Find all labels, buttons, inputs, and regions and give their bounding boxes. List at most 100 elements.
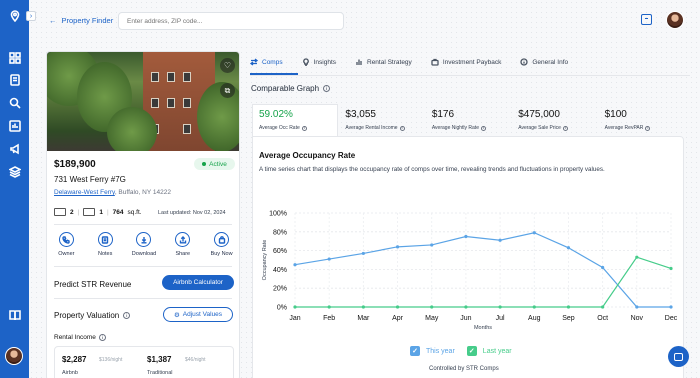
tab-general-info[interactable]: General Info	[520, 56, 568, 68]
status-badge: Active	[194, 158, 235, 170]
adjust-values-button[interactable]: ⚙ Adjust Values	[163, 307, 233, 322]
sidebar-toggle-button[interactable]: ›	[26, 11, 36, 21]
data-point	[293, 263, 297, 267]
data-point	[635, 305, 639, 309]
tab-rental-strategy[interactable]: Rental Strategy	[355, 56, 412, 68]
sidebar	[0, 0, 29, 378]
address-search-input[interactable]	[118, 12, 344, 30]
info-icon: i	[480, 125, 486, 131]
sqft-unit: sq.ft.	[127, 208, 142, 216]
gallery-icon[interactable]: ⧉	[220, 83, 235, 98]
bag-icon	[214, 232, 230, 247]
metric-revpar[interactable]: $100 Average RevPAR i	[598, 104, 684, 136]
metric-sale-price[interactable]: $475,000 Average Sale Price i	[511, 104, 597, 136]
data-point	[430, 243, 434, 247]
x-tick-label: Feb	[323, 315, 335, 322]
airbnb-nightly: $136/night	[99, 357, 123, 363]
bath-icon	[83, 208, 96, 216]
y-tick-label: 40%	[273, 267, 287, 274]
property-photo[interactable]: ♡ ⧉	[47, 52, 239, 151]
chart-card: Average Occupancy Rate A time series cha…	[252, 136, 684, 378]
x-tick-label: Dec	[665, 315, 678, 322]
x-tick-label: May	[425, 315, 439, 322]
data-point	[395, 305, 400, 309]
metric-rental-income[interactable]: $3,055 Average Rental Income i	[338, 104, 424, 136]
checkbox-checked-icon: ✓	[410, 346, 420, 356]
property-price: $189,900	[54, 159, 96, 170]
layers-icon[interactable]	[8, 165, 21, 178]
data-point	[293, 305, 297, 309]
tab-comps[interactable]: Comps	[250, 56, 283, 68]
valuation-title: Property Valuation i	[54, 311, 131, 320]
data-point	[327, 257, 331, 261]
checkbox-checked-icon: ✓	[466, 346, 477, 356]
data-point	[361, 251, 365, 256]
y-axis-label: Occupancy Rate	[262, 240, 268, 281]
property-card: ♡ ⧉ $189,900 Active 731 West Ferry #7G D…	[46, 51, 240, 378]
airbnb-calculator-button[interactable]: Airbnb Calculator	[162, 275, 234, 290]
x-tick-label: Jan	[289, 315, 300, 322]
notes-icon	[97, 232, 113, 247]
analytics-icon[interactable]	[8, 119, 21, 132]
x-tick-label: Mar	[357, 315, 370, 322]
y-tick-label: 0%	[277, 305, 287, 312]
briefcase-icon	[431, 58, 439, 66]
user-avatar[interactable]	[5, 347, 23, 365]
buy-now-button[interactable]: Buy Now	[205, 232, 239, 257]
favorite-heart-icon[interactable]: ♡	[220, 58, 235, 73]
info-icon: i	[98, 334, 106, 341]
chat-support-button[interactable]	[668, 346, 689, 367]
dashboard-icon[interactable]	[8, 51, 21, 64]
data-point	[566, 305, 571, 309]
profile-avatar[interactable]	[666, 11, 684, 29]
predict-title: Predict STR Revenue	[54, 280, 132, 289]
legend-last-year[interactable]: ✓ Last year	[466, 346, 512, 356]
data-point	[532, 305, 536, 309]
metric-occ-rate[interactable]: 59.02% Average Occ Rate i	[252, 104, 339, 136]
x-tick-label: Oct	[597, 315, 608, 322]
bed-icon	[54, 208, 66, 216]
megaphone-icon[interactable]	[8, 142, 21, 155]
owner-button[interactable]: Owner	[49, 232, 83, 257]
tab-investment-payback[interactable]: Investment Payback	[431, 56, 501, 68]
share-button[interactable]: Share	[166, 232, 200, 257]
comps-icon	[250, 58, 258, 66]
y-tick-label: 80%	[273, 229, 287, 236]
active-tab-indicator	[250, 73, 298, 75]
x-tick-label: Sep	[562, 315, 575, 322]
legend-this-year[interactable]: ✓ This year	[410, 346, 455, 356]
message-icon[interactable]	[641, 14, 652, 25]
occupancy-line-chart: 0% 20% 40% 60% 80% 100% Jan Feb Mar Apr May Jun Jul A…	[262, 211, 678, 332]
data-point	[464, 234, 468, 239]
traditional-label: Traditional	[147, 370, 173, 376]
data-point	[635, 255, 639, 259]
airbnb-label: Airbnb	[62, 370, 78, 376]
x-tick-label: Jul	[496, 315, 505, 322]
book-icon[interactable]	[8, 308, 21, 321]
info-icon	[520, 58, 528, 66]
data-point	[498, 238, 502, 242]
rental-income-box: $2,287 $136/night Airbnb $1,387 $46/nigh…	[54, 346, 234, 378]
logo-icon[interactable]	[8, 9, 21, 22]
info-icon: i	[123, 312, 131, 319]
reports-icon[interactable]	[8, 73, 21, 86]
metric-nightly-rate[interactable]: $176 Average Nightly Rate i	[425, 104, 511, 136]
baths-count: 1	[99, 208, 103, 216]
tab-insights[interactable]: Insights	[302, 56, 336, 68]
x-tick-label: Nov	[631, 315, 644, 322]
y-tick-label: 60%	[273, 248, 287, 255]
chat-icon	[674, 352, 683, 361]
neighborhood-link[interactable]: Delaware-West Ferry	[54, 189, 115, 196]
download-button[interactable]: Download	[127, 232, 161, 257]
search-icon[interactable]	[8, 96, 21, 109]
notes-button[interactable]: Notes	[88, 232, 122, 257]
rental-income-label: Rental Income i	[54, 334, 106, 341]
property-location: Delaware-West Ferry, Buffalo, NY 14222	[54, 189, 171, 196]
data-point	[669, 266, 673, 271]
back-link[interactable]: ← Property Finder	[49, 16, 113, 25]
y-tick-label: 20%	[273, 286, 287, 293]
property-address: 731 West Ferry #7G	[54, 175, 126, 184]
x-axis-label: Months	[474, 325, 492, 331]
info-icon: i	[399, 125, 405, 131]
traditional-income: $1,387	[147, 355, 172, 364]
